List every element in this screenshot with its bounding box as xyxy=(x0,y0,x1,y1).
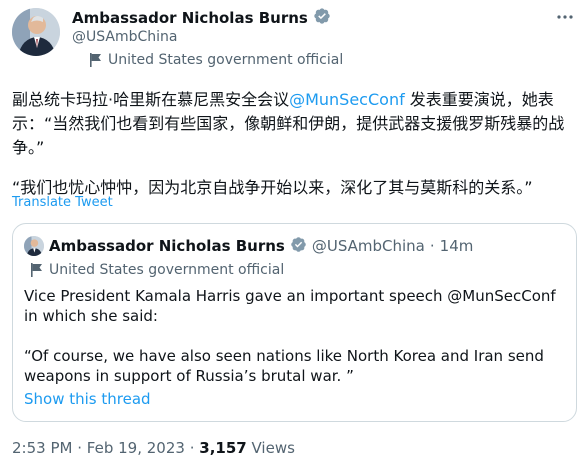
footer-separator: · xyxy=(77,439,83,457)
quoted-author-name: Ambassador Nicholas Burns xyxy=(49,237,285,255)
quoted-author-handle: @USAmbChina xyxy=(311,237,425,255)
verified-badge-icon xyxy=(290,236,307,257)
quoted-tweet[interactable]: Ambassador Nicholas Burns @USAmbChina · … xyxy=(12,223,577,422)
quoted-timestamp: 14m xyxy=(439,237,474,255)
tweet-text-pre: 副总统卡玛拉·哈里斯在慕尼黑安全会议 xyxy=(12,90,290,109)
views-label: Views xyxy=(251,439,295,457)
author-name-row: Ambassador Nicholas Burns xyxy=(72,8,331,28)
quoted-affiliation-text: United States government official xyxy=(49,262,285,278)
affiliation-label: United States government official xyxy=(90,52,343,68)
tweet-text: 副总统卡玛拉·哈里斯在慕尼黑安全会议@MunSecConf 发表重要演说，她表示… xyxy=(12,88,576,200)
tweet-date[interactable]: Feb 19, 2023 xyxy=(87,439,185,457)
flag-icon xyxy=(31,263,43,277)
tweet-header: Ambassador Nicholas Burns @USAmbChina Un… xyxy=(12,8,576,70)
quoted-meta-separator: · xyxy=(429,237,435,255)
quoted-paragraph-1: Vice President Kamala Harris gave an imp… xyxy=(24,287,556,325)
translate-tweet-link[interactable]: Translate Tweet xyxy=(12,195,113,210)
quoted-affiliation-label: United States government official xyxy=(31,262,284,278)
quoted-tweet-text: Vice President Kamala Harris gave an imp… xyxy=(24,286,564,386)
mention-link[interactable]: @MunSecConf xyxy=(289,90,405,109)
author-avatar[interactable] xyxy=(12,8,60,56)
tweet-footer: 2:53 PM · Feb 19, 2023 · 3,157 Views xyxy=(12,439,295,457)
author-handle[interactable]: @USAmbChina xyxy=(72,29,178,45)
tweet-time[interactable]: 2:53 PM xyxy=(12,439,72,457)
affiliation-text: United States government official xyxy=(108,52,344,68)
show-thread-link[interactable]: Show this thread xyxy=(24,390,151,408)
quoted-author-avatar xyxy=(24,236,44,256)
more-dots-icon[interactable] xyxy=(556,8,574,31)
tweet-paragraph-1: 副总统卡玛拉·哈里斯在慕尼黑安全会议@MunSecConf 发表重要演说，她表示… xyxy=(12,88,576,160)
author-name[interactable]: Ambassador Nicholas Burns xyxy=(72,9,308,27)
footer-separator: · xyxy=(189,439,195,457)
views-count: 3,157 xyxy=(199,439,247,457)
quoted-paragraph-2: “Of course, we have also seen nations li… xyxy=(24,347,544,385)
flag-icon xyxy=(90,53,102,67)
quoted-tweet-header: Ambassador Nicholas Burns @USAmbChina · … xyxy=(24,236,473,256)
verified-badge-icon xyxy=(313,7,331,29)
